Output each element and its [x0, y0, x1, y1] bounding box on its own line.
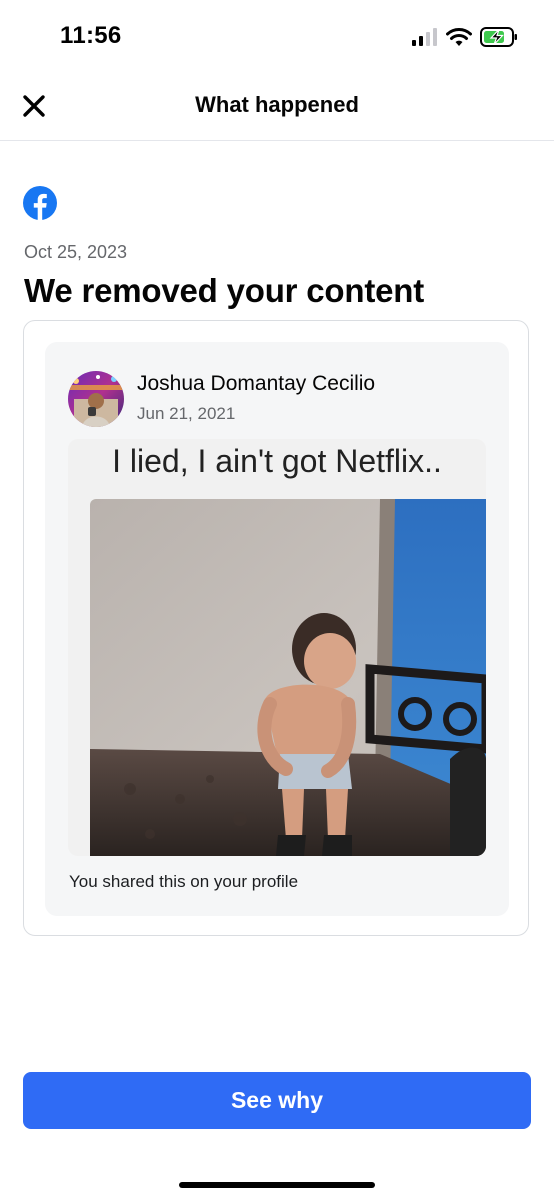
- status-time: 11:56: [60, 22, 122, 49]
- post-date: Jun 21, 2021: [137, 404, 236, 423]
- cellular-signal-icon: [412, 28, 437, 46]
- removed-content-card: Joshua Domantay Cecilio Jun 21, 2021 I l…: [23, 320, 529, 936]
- notice-date: Oct 25, 2023: [24, 242, 128, 262]
- post-preview[interactable]: Joshua Domantay Cecilio Jun 21, 2021 I l…: [45, 342, 509, 916]
- meme-photo: [90, 499, 486, 856]
- top-app-bar: What happened: [0, 70, 554, 141]
- wifi-icon: [446, 28, 472, 46]
- status-icons: [412, 24, 518, 50]
- see-why-button[interactable]: See why: [23, 1072, 531, 1129]
- home-indicator: [179, 1182, 375, 1188]
- status-bar: 11:56: [0, 0, 554, 70]
- facebook-logo-icon: [23, 186, 57, 220]
- page-title: What happened: [195, 92, 359, 117]
- battery-charging-icon: [480, 27, 517, 47]
- notice-headline: We removed your content: [24, 272, 425, 309]
- avatar-image: [68, 371, 124, 427]
- post-author[interactable]: Joshua Domantay Cecilio: [137, 372, 375, 396]
- post-image[interactable]: I lied, I ain't got Netflix..: [68, 439, 486, 856]
- shared-note: You shared this on your profile: [69, 872, 299, 891]
- meme-caption-text: I lied, I ain't got Netflix..: [112, 443, 442, 479]
- avatar: [68, 371, 124, 427]
